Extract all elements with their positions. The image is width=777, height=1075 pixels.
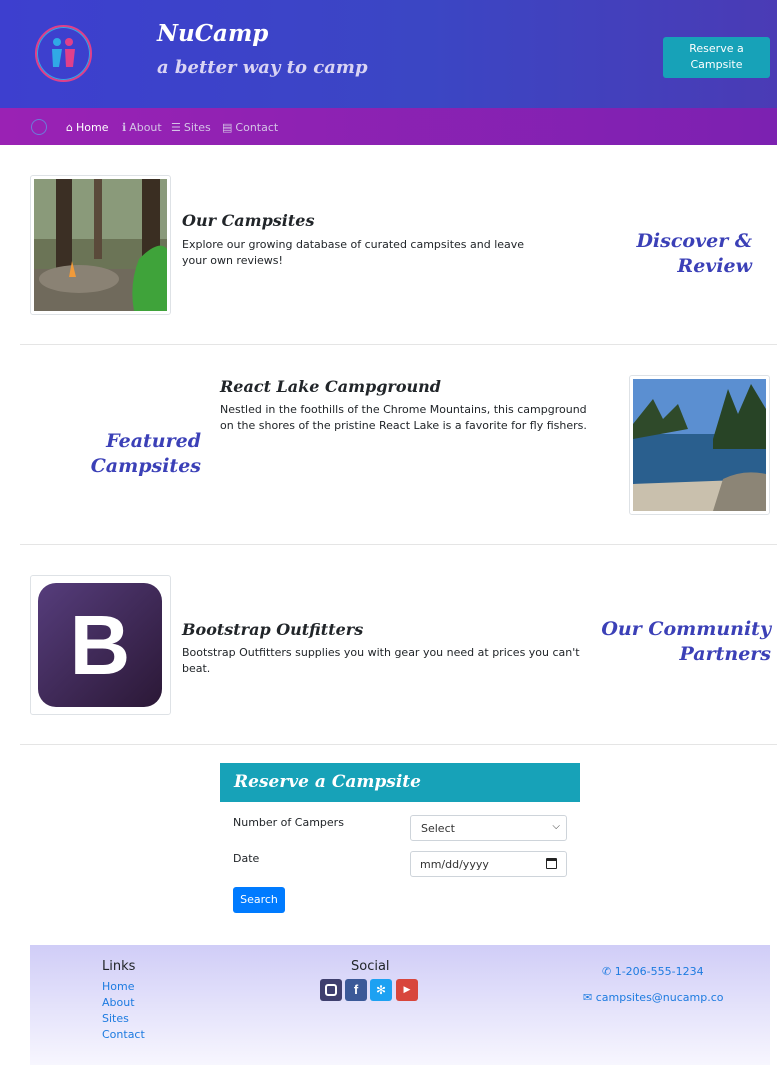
bootstrap-logo: B <box>30 575 171 715</box>
nav-sites-label: Sites <box>183 120 211 134</box>
youtube-icon[interactable]: ▶ <box>396 979 418 1001</box>
footer-link-contact[interactable]: Contact <box>102 1028 145 1041</box>
campsites-title: Our Campsites <box>182 211 315 230</box>
twitter-icon[interactable]: ✻ <box>370 979 392 1001</box>
bootstrap-outfitters-title: Bootstrap Outfitters <box>182 620 364 639</box>
navbar-logo-icon[interactable] <box>31 119 47 135</box>
footer-social-heading: Social <box>351 959 390 974</box>
facebook-icon[interactable]: f <box>345 979 367 1001</box>
nav-contact[interactable]: ▤ Contact <box>222 119 278 135</box>
footer-email-text: campsites@nucamp.co <box>595 991 724 1004</box>
info-icon: ℹ <box>122 120 127 134</box>
campers-select-value: Select <box>421 822 455 835</box>
campers-select[interactable]: Select ⌵ <box>410 815 567 841</box>
discover-review-heading: Discover & Review <box>636 230 752 277</box>
featured-campsites-heading: Featured Campsites <box>90 430 201 477</box>
footer-email[interactable]: ✉ campsites@nucamp.co <box>583 991 724 1004</box>
campsites-text: Explore our growing database of curated … <box>182 238 525 267</box>
home-icon: ⌂ <box>66 120 73 134</box>
reserve-button-label: Reserve a Campsite <box>689 42 744 71</box>
bootstrap-outfitters-text: Bootstrap Outfitters supplies you with g… <box>182 646 580 675</box>
campsite-image <box>30 175 171 315</box>
footer-phone-text: 1-206-555-1234 <box>614 965 704 978</box>
community-partners-heading: Our Community Partners <box>601 618 771 665</box>
reserve-form-title: Reserve a Campsite <box>234 772 421 792</box>
footer-link-about[interactable]: About <box>102 996 135 1009</box>
footer-links-heading: Links <box>102 959 136 974</box>
react-lake-title: React Lake Campground <box>220 377 441 396</box>
date-input[interactable]: mm/dd/yyyy <box>410 851 567 877</box>
instagram-icon[interactable] <box>320 979 342 1001</box>
nav-about-label: About <box>129 120 162 134</box>
date-placeholder: mm/dd/yyyy <box>420 858 489 871</box>
search-button[interactable]: Search <box>233 887 285 913</box>
nav-about[interactable]: ℹ About <box>122 119 162 135</box>
calendar-icon[interactable] <box>546 858 557 869</box>
nucamp-logo <box>35 25 92 82</box>
nav-contact-label: Contact <box>235 120 279 134</box>
campers-label: Number of Campers <box>233 816 344 829</box>
envelope-icon: ✉ <box>583 991 593 1004</box>
react-lake-image <box>629 375 770 515</box>
footer-phone[interactable]: ✆ 1-206-555-1234 <box>602 965 704 978</box>
site-header: NuCamp a better way to camp Reserve a Ca… <box>0 0 777 108</box>
nav-home[interactable]: ⌂ Home <box>66 119 108 135</box>
brand-title: NuCamp <box>157 20 269 47</box>
footer-link-home[interactable]: Home <box>102 980 134 993</box>
date-label: Date <box>233 852 260 865</box>
footer-link-sites[interactable]: Sites <box>102 1012 129 1025</box>
site-footer <box>30 945 770 1065</box>
react-lake-text: Nestled in the foothills of the Chrome M… <box>220 403 587 432</box>
bootstrap-logo-letter: B <box>69 598 131 692</box>
address-card-icon: ▤ <box>222 120 233 134</box>
brand-subtitle: a better way to camp <box>157 57 368 78</box>
reserve-campsite-button[interactable]: Reserve a Campsite <box>663 37 770 78</box>
nav-home-label: Home <box>75 120 109 134</box>
chevron-down-icon: ⌵ <box>552 821 560 832</box>
phone-icon: ✆ <box>602 965 612 978</box>
nav-sites[interactable]: ☰ Sites <box>171 119 211 135</box>
reserve-form-header: Reserve a Campsite <box>220 763 580 802</box>
list-icon: ☰ <box>171 120 181 134</box>
main-navbar: ⌂ Home ℹ About ☰ Sites ▤ Contact <box>0 108 777 145</box>
